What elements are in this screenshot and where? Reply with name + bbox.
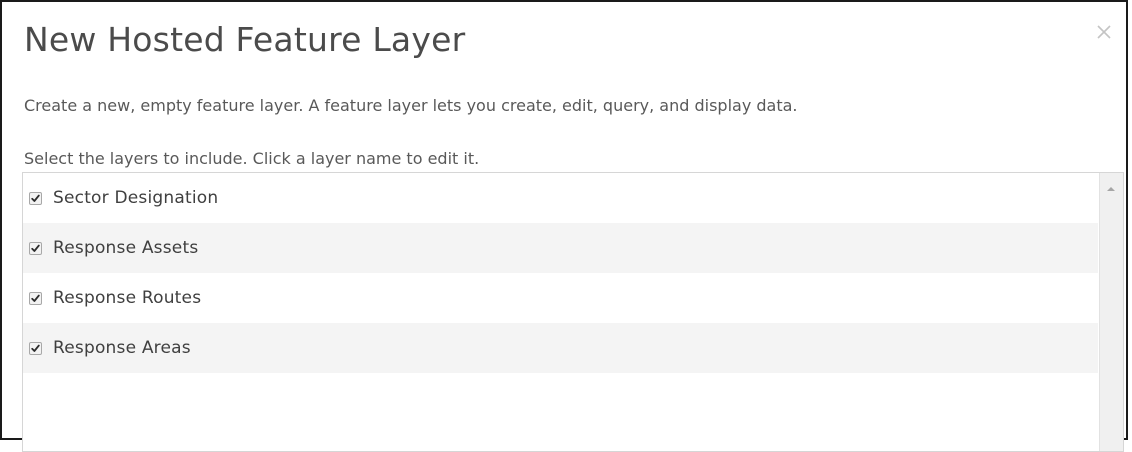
dialog-title: New Hosted Feature Layer [24, 20, 466, 59]
layer-checkbox[interactable] [29, 341, 42, 355]
layer-list: Sector Designation Response Assets Respo… [22, 172, 1124, 452]
dialog-description: Create a new, empty feature layer. A fea… [24, 96, 798, 115]
layer-name-link[interactable]: Sector Designation [53, 188, 218, 208]
layer-instructions: Select the layers to include. Click a la… [24, 149, 480, 168]
checkmark-icon [31, 294, 40, 302]
checkmark-icon [31, 194, 40, 202]
layer-name-link[interactable]: Response Assets [53, 238, 198, 258]
layer-list-items: Sector Designation Response Assets Respo… [23, 173, 1098, 373]
layer-name-link[interactable]: Response Routes [53, 288, 201, 308]
checkmark-icon [31, 244, 40, 252]
layer-row-response-areas[interactable]: Response Areas [23, 323, 1098, 373]
new-hosted-feature-layer-dialog: New Hosted Feature Layer Create a new, e… [0, 0, 1128, 452]
close-icon-graphic [1097, 25, 1111, 39]
layer-checkbox[interactable] [29, 291, 42, 305]
layer-row-response-assets[interactable]: Response Assets [23, 223, 1098, 273]
layer-checkbox[interactable] [29, 191, 42, 205]
layer-list-scrollbar[interactable] [1099, 173, 1123, 451]
layer-name-link[interactable]: Response Areas [53, 338, 191, 358]
close-icon[interactable] [1092, 20, 1116, 44]
scroll-up-arrow-icon[interactable] [1107, 187, 1115, 191]
layer-row-sector-designation[interactable]: Sector Designation [23, 173, 1098, 223]
layer-row-response-routes[interactable]: Response Routes [23, 273, 1098, 323]
checkmark-icon [31, 344, 40, 352]
layer-checkbox[interactable] [29, 241, 42, 255]
